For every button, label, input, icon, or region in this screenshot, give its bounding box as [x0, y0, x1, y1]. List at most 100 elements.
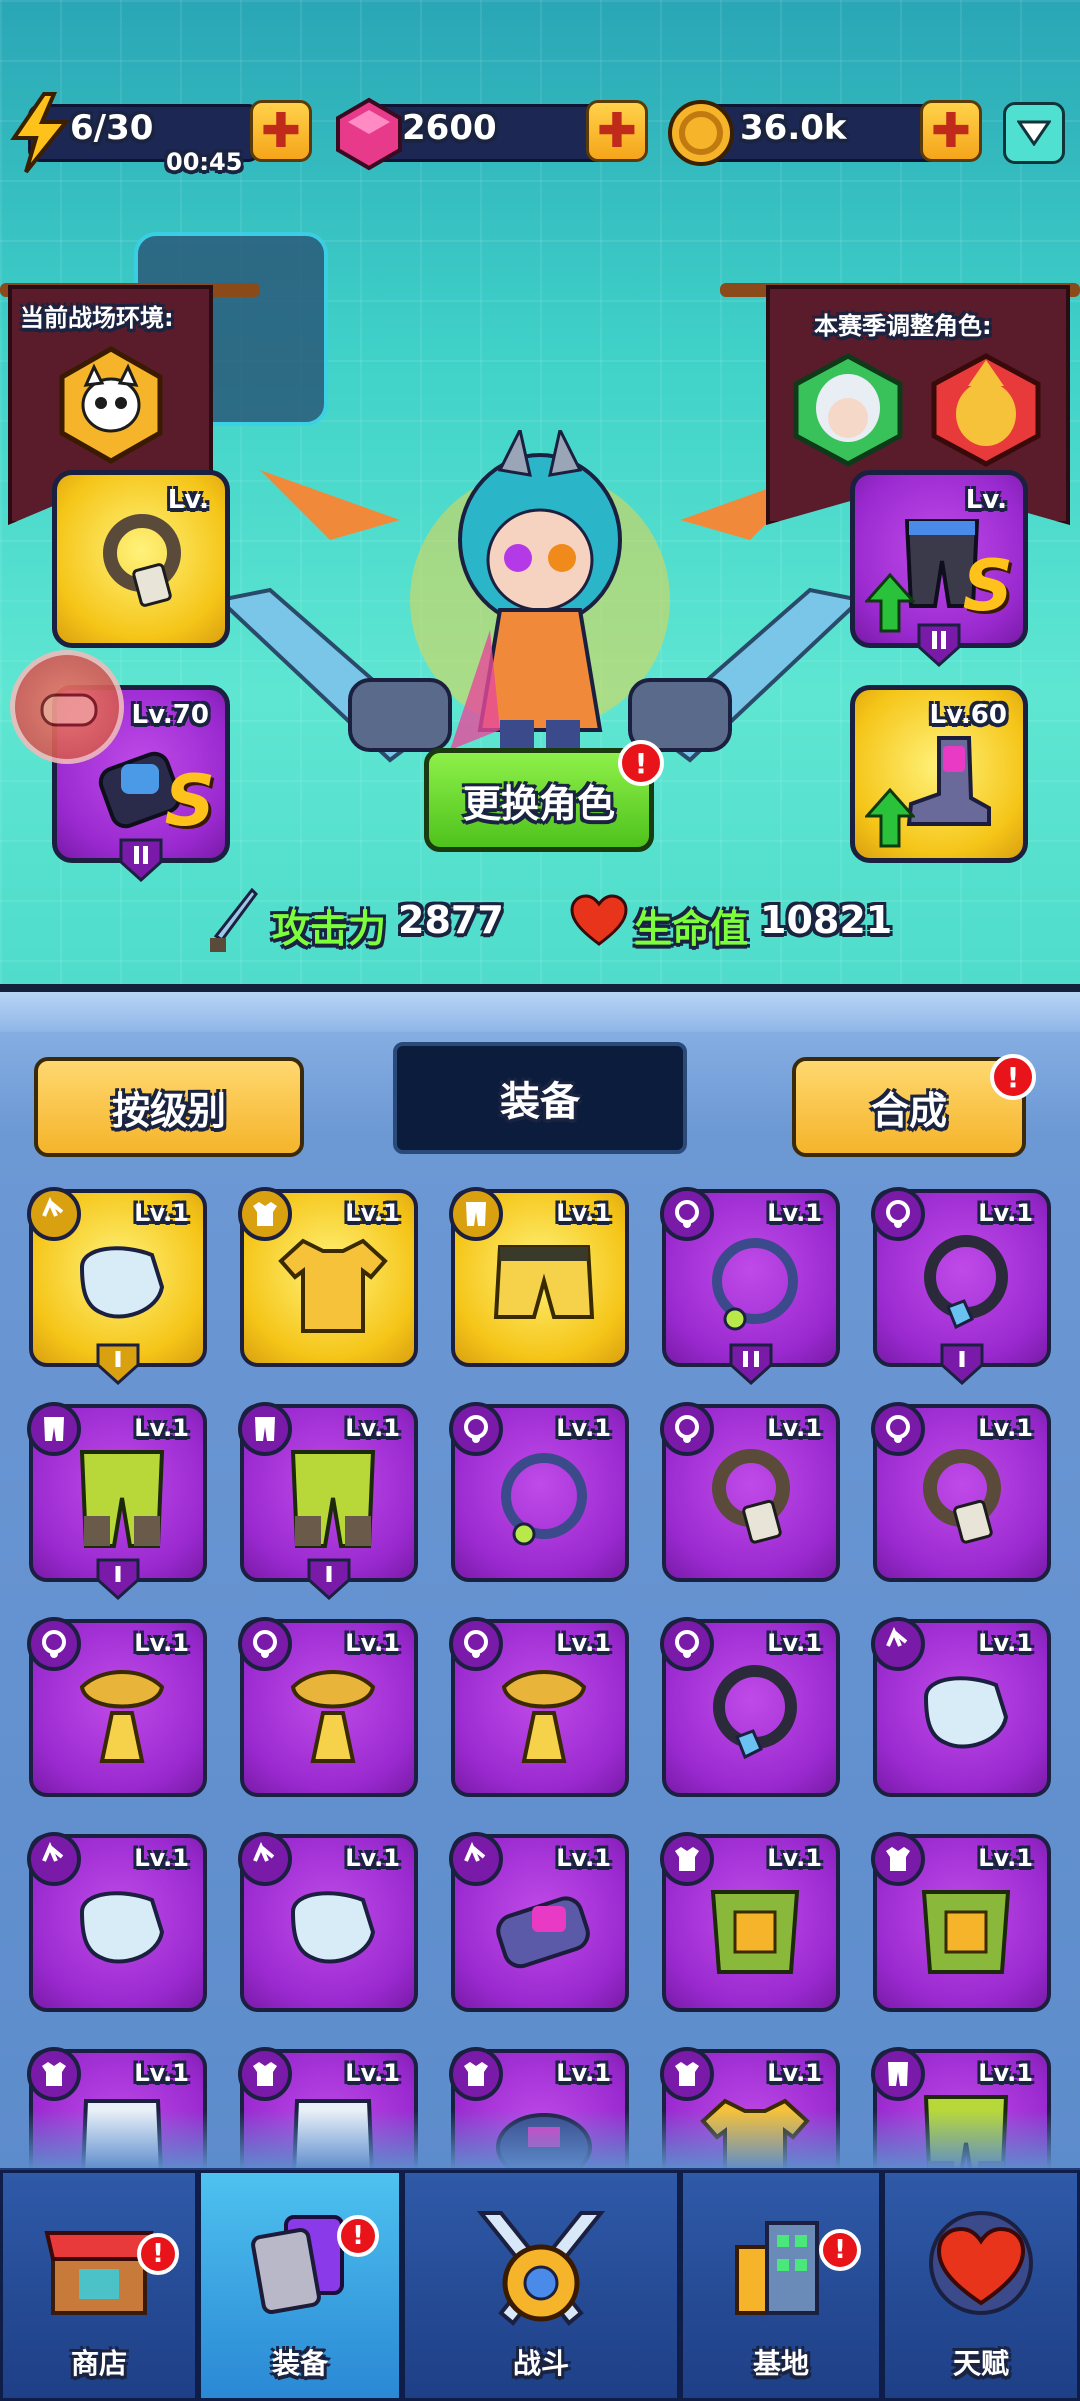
dropdown-icon [1017, 120, 1051, 146]
grid-fade [0, 2110, 1080, 2170]
equipment-card[interactable]: Lv.1 [871, 1832, 1051, 2012]
floating-gamepad-button[interactable] [10, 650, 124, 764]
glove-item-icon [923, 1676, 1009, 1749]
card-level: Lv.1 [767, 2059, 822, 2087]
gauntlet-item-icon [496, 1896, 590, 1969]
equipment-card[interactable]: Lv.1 [660, 1832, 840, 2012]
equipment-card[interactable]: Lv.1 [27, 1617, 207, 1797]
equipment-card[interactable]: Lv.1 [660, 1617, 840, 1797]
tag-necklace-icon [103, 514, 181, 607]
card-level: Lv.1 [767, 1844, 822, 1872]
card-level: Lv.1 [767, 1629, 822, 1657]
adjusted-character-portrait-1[interactable] [790, 352, 906, 468]
glove-item-icon [79, 1891, 165, 1964]
card-level: Lv.1 [556, 1844, 611, 1872]
grade-tag-icon [307, 1558, 351, 1600]
scarf-item-icon [79, 1670, 165, 1763]
energy-value: 6/30 [70, 108, 154, 148]
necklace-item-icon [501, 1453, 587, 1546]
grade-tag-icon [729, 1343, 773, 1385]
menu-button[interactable] [1003, 102, 1065, 164]
sort-by-level-button[interactable]: 按级别 [34, 1057, 304, 1157]
boots-slot[interactable]: Lv.60 [850, 685, 1028, 863]
add-coins-button[interactable]: ✚ [920, 100, 982, 162]
add-gems-button[interactable]: ✚ [586, 100, 648, 162]
shorts-item-icon [493, 1245, 595, 1319]
equipment-card[interactable]: Lv.1 [871, 1402, 1051, 1582]
plus-icon: ✚ [260, 103, 302, 159]
armor-item-icon [921, 1890, 1011, 1974]
necklace-slot[interactable]: Lv. [52, 470, 230, 648]
upgrade-arrow-icon [865, 573, 915, 633]
card-level: Lv.1 [345, 1629, 400, 1657]
divider [0, 984, 1080, 992]
plus-icon: ✚ [596, 103, 638, 159]
s-rank-badge: S [962, 545, 1013, 627]
scarf-item-icon [290, 1670, 376, 1763]
pants-item-icon [290, 1450, 376, 1548]
equipment-card[interactable]: Lv.1 [449, 1617, 629, 1797]
card-level: Lv.1 [556, 1629, 611, 1657]
equipment-card[interactable]: Lv.1 [871, 1187, 1051, 1385]
add-energy-button[interactable]: ✚ [250, 100, 312, 162]
glove-item-icon [79, 1246, 165, 1319]
equipment-card[interactable]: Lv.1 [660, 1402, 840, 1582]
slot-level: Lv.60 [929, 700, 1007, 730]
grade-tag-icon [917, 623, 961, 667]
alert-badge: ! [990, 1054, 1036, 1100]
energy-timer: 00:45 [166, 148, 243, 176]
grade-tag-icon [96, 1343, 140, 1385]
nav-talent-label: 天赋 [952, 2347, 1009, 2380]
card-level: Lv.1 [134, 2059, 189, 2087]
card-level: Lv.1 [767, 1199, 822, 1227]
equipment-card[interactable]: Lv.1 [238, 1617, 418, 1797]
card-level: Lv.1 [556, 2059, 611, 2087]
card-level: Lv.1 [978, 1629, 1033, 1657]
equipment-card[interactable]: Lv.1 [238, 1402, 418, 1600]
grade-tag-icon [96, 1558, 140, 1600]
equipment-card[interactable]: Lv.1 [660, 1187, 840, 1385]
equipment-card[interactable]: Lv.1 [27, 1402, 207, 1600]
equipment-card[interactable]: Lv.1 [27, 1187, 207, 1385]
nav-shop[interactable]: ! 商店 [0, 2170, 198, 2401]
card-level: Lv.1 [345, 1199, 400, 1227]
equipment-card[interactable]: Lv.1 [238, 1832, 418, 2012]
card-level: Lv.1 [134, 1199, 189, 1227]
adjusted-character-portrait-2[interactable] [928, 352, 1044, 468]
equipment-card[interactable]: Lv.1 [449, 1187, 629, 1367]
nav-battle[interactable]: 战斗 [402, 2170, 680, 2401]
equipment-card[interactable]: Lv.1 [871, 1617, 1051, 1797]
equipment-card[interactable]: Lv.1 [449, 1832, 629, 2012]
card-level: Lv.1 [134, 1414, 189, 1442]
card-level: Lv.1 [345, 2059, 400, 2087]
nav-base-label: 基地 [752, 2347, 809, 2380]
sword-icon [210, 888, 258, 952]
equipment-card[interactable]: Lv.1 [449, 1402, 629, 1582]
attack-value: 2877 [398, 898, 504, 942]
glove-item-icon [290, 1891, 376, 1964]
card-level: Lv.1 [978, 1844, 1033, 1872]
grade-tag-icon [119, 838, 163, 882]
heart-icon [570, 894, 628, 946]
gemnecklace-item-icon [713, 1665, 797, 1760]
equipment-card[interactable]: Lv.1 [238, 1187, 418, 1367]
card-level: Lv.1 [767, 1414, 822, 1442]
equipment-card[interactable]: Lv.1 [27, 1832, 207, 2012]
armor-item-icon [710, 1890, 800, 1974]
nav-talent[interactable]: 天赋 [882, 2170, 1080, 2401]
tab-equipment[interactable]: 装备 [393, 1042, 687, 1154]
pants-slot[interactable]: Lv. S [850, 470, 1028, 667]
nav-equipment-label: 装备 [271, 2347, 328, 2380]
necklace-item-icon [712, 1238, 798, 1331]
card-level: Lv.1 [345, 1844, 400, 1872]
battlefield-title: 当前战场环境: [20, 304, 174, 332]
nav-equipment[interactable]: ! 装备 [198, 2170, 402, 2401]
coin-icon [668, 100, 734, 166]
nav-base[interactable]: ! 基地 [680, 2170, 882, 2401]
upgrade-arrow-icon [865, 788, 915, 848]
card-level: Lv.1 [345, 1414, 400, 1442]
gemnecklace-item-icon [924, 1235, 1008, 1330]
alert-badge: ! [137, 2233, 179, 2275]
coins-value: 36.0k [740, 108, 847, 148]
hp-value: 10821 [760, 898, 893, 942]
